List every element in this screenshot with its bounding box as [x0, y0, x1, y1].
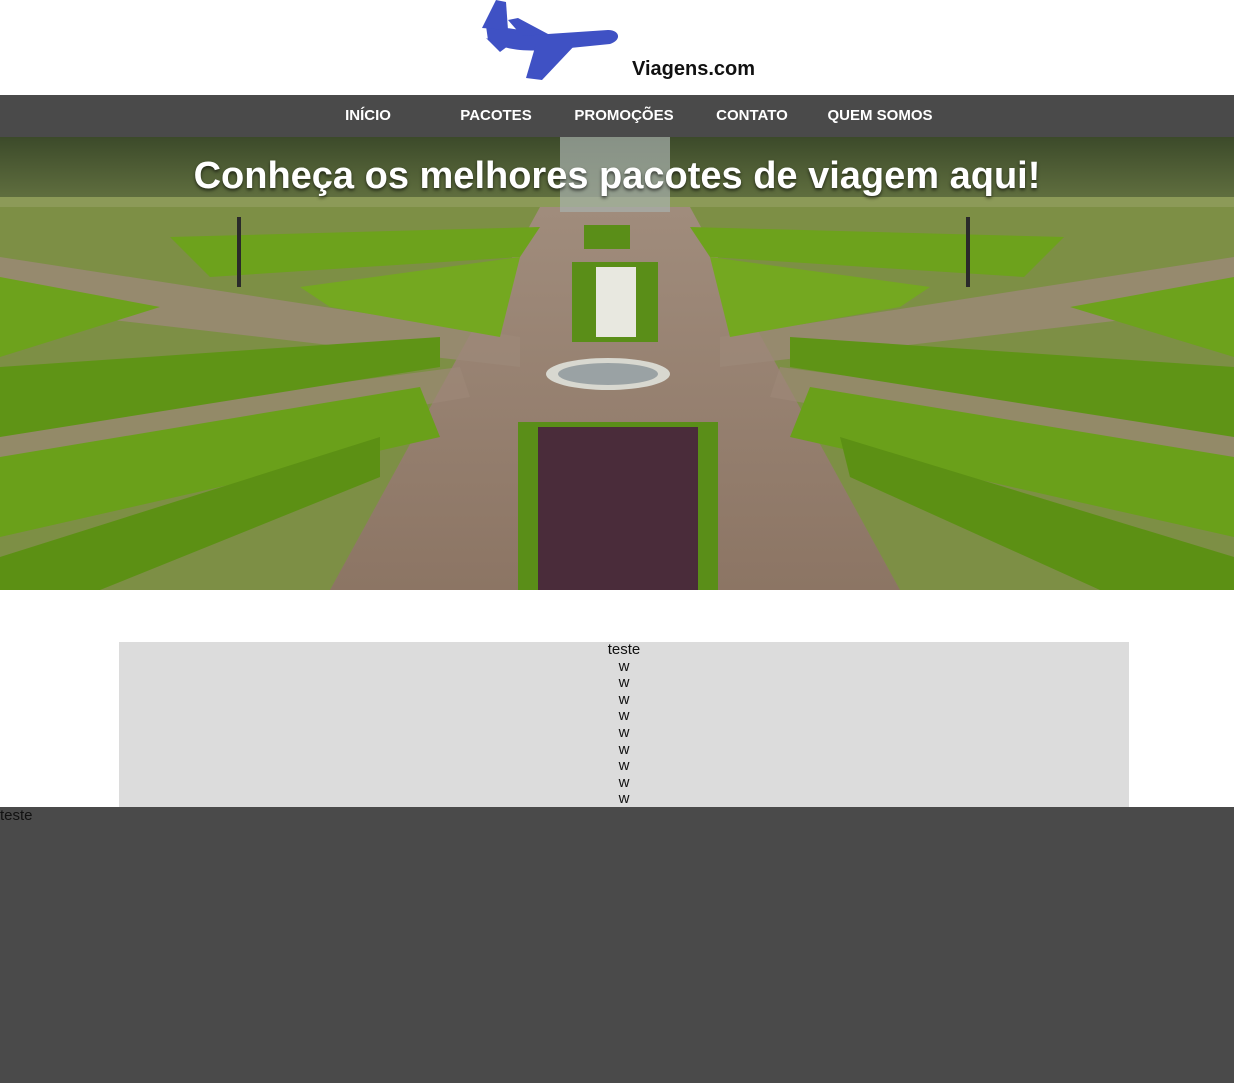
content-line: w [618, 773, 630, 791]
content-line: teste [607, 641, 641, 658]
content-line: w [618, 790, 630, 808]
nav-item-promocoes[interactable]: PROMOÇÕES [568, 95, 680, 137]
hero-title: Conheça os melhores pacotes de viagem aq… [193, 155, 1041, 197]
hero-garden-image [0, 137, 1234, 590]
content-line: w [618, 674, 630, 692]
footer-text: teste [0, 807, 33, 824]
content-line: w [618, 740, 630, 758]
site-logo-text[interactable]: Viagens.com [632, 58, 755, 81]
content-spacer [0, 590, 1234, 642]
site-footer: teste [0, 807, 1234, 1083]
nav-item-pacotes[interactable]: PACOTES [446, 95, 546, 137]
content-box: teste w w w w w w w w w [119, 641, 1129, 808]
content-line: w [618, 757, 630, 775]
hero-banner: Conheça os melhores pacotes de viagem aq… [0, 137, 1234, 590]
content-line: w [618, 657, 630, 675]
content-line: w [618, 707, 630, 725]
nav-item-quem-somos[interactable]: QUEM SOMOS [820, 95, 940, 137]
nav-item-inicio[interactable]: INÍCIO [320, 95, 416, 137]
airplane-icon[interactable] [478, 0, 622, 80]
nav-item-contato[interactable]: CONTATO [704, 95, 800, 137]
content-line: w [618, 723, 630, 741]
main-nav: INÍCIO PACOTES PROMOÇÕES CONTATO QUEM SO… [0, 95, 1234, 137]
site-header: Viagens.com [0, 0, 1234, 95]
content-line: w [618, 690, 630, 708]
